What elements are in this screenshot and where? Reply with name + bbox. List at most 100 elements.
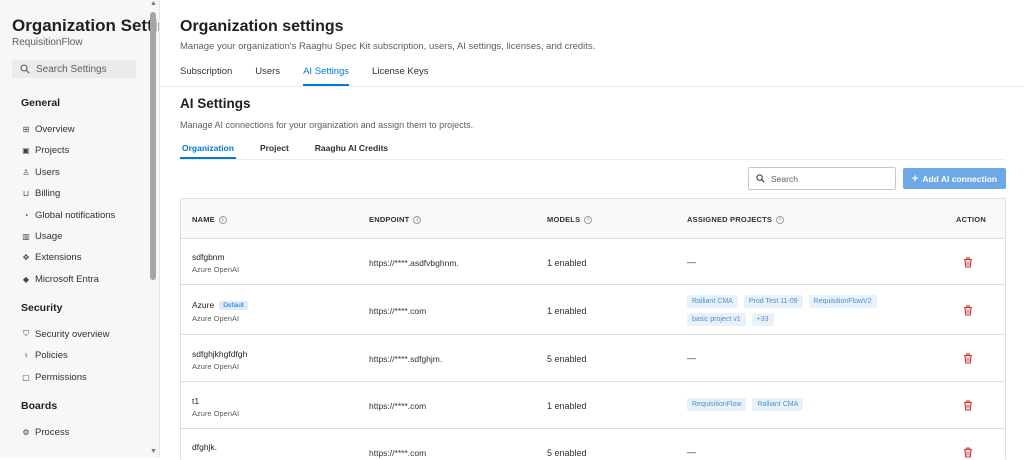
- connection-provider: Azure OpenAI: [192, 362, 240, 371]
- column-header-name[interactable]: NAME i: [192, 215, 227, 224]
- tab-ai-settings[interactable]: AI Settings: [303, 66, 349, 86]
- diamond-icon: ◆: [22, 274, 30, 284]
- project-tag[interactable]: RequisitionFlowV2: [808, 295, 877, 308]
- subtab-raaghu-ai-credits[interactable]: Raaghu AI Credits: [313, 143, 390, 159]
- connection-provider: Azure OpenAI: [192, 314, 240, 323]
- no-projects: —: [687, 447, 696, 457]
- sidebar-item-users[interactable]: ♙ Users: [21, 165, 59, 179]
- connection-endpoint: https://****.com: [369, 401, 427, 411]
- delete-icon[interactable]: [963, 257, 973, 268]
- scroll-up-icon[interactable]: ▲: [150, 0, 157, 7]
- sidebar-item-label: Process: [35, 426, 70, 438]
- puzzle-icon: ✥: [22, 252, 30, 262]
- subtab-organization[interactable]: Organization: [180, 143, 236, 159]
- sidebar: Organization Settin... RequisitionFlow S…: [0, 0, 160, 458]
- settings-search-placeholder: Search Settings: [36, 63, 107, 75]
- info-icon[interactable]: i: [584, 215, 593, 224]
- search-placeholder: Search: [771, 173, 798, 184]
- scroll-down-icon[interactable]: ▼: [150, 448, 157, 455]
- sidebar-item-label: Overview: [35, 123, 75, 135]
- nav-group-boards: Boards: [21, 400, 58, 412]
- project-tag[interactable]: basic project v1: [687, 313, 746, 326]
- table-row[interactable]: sdfgbnm Azure OpenAI https://****.asdfvb…: [181, 239, 1005, 285]
- info-icon[interactable]: i: [218, 215, 227, 224]
- cart-icon: ⊔: [22, 188, 30, 198]
- column-label: ENDPOINT: [369, 215, 410, 224]
- connection-search-input[interactable]: Search: [748, 167, 896, 190]
- connection-models: 1 enabled: [547, 258, 587, 268]
- sidebar-item-usage[interactable]: ▥ Usage: [21, 229, 62, 243]
- table-header: NAME i ENDPOINT i MODELS i ASSIGNED PROJECT…: [181, 199, 1005, 239]
- sidebar-item-global-notifications[interactable]: ◔ Global notifications: [21, 208, 116, 222]
- sidebar-item-label: Extensions: [35, 251, 82, 263]
- sidebar-scrollbar[interactable]: [150, 12, 156, 280]
- grid-icon: ⊞: [22, 124, 30, 134]
- lock-icon: ▢: [22, 372, 30, 382]
- connection-provider: Azure OpenAI: [192, 265, 240, 274]
- sidebar-item-projects[interactable]: ▣ Projects: [21, 143, 69, 157]
- sidebar-item-extensions[interactable]: ✥ Extensions: [21, 250, 82, 264]
- page-title: Organization settings: [180, 18, 344, 35]
- ai-connections-table: NAME i ENDPOINT i MODELS i ASSIGNED PROJECT…: [180, 198, 1006, 460]
- info-icon[interactable]: i: [413, 215, 422, 224]
- add-button-label: Add AI connection: [922, 173, 998, 184]
- delete-icon[interactable]: [963, 353, 973, 364]
- more-projects-tag[interactable]: +33: [751, 313, 774, 326]
- settings-search-input[interactable]: Search Settings: [12, 60, 136, 78]
- project-tag[interactable]: Ralliant CMA: [687, 295, 738, 308]
- column-header-models[interactable]: MODELS i: [547, 215, 593, 224]
- table-row[interactable]: dfghjk. https://****.com 5 enabled —: [181, 429, 1005, 460]
- subtabs-divider: [180, 159, 1006, 160]
- sidebar-item-label: Security overview: [35, 328, 110, 340]
- table-row[interactable]: t1 Azure OpenAI https://****.com 1 enabl…: [181, 382, 1005, 429]
- search-icon: [756, 174, 765, 183]
- sidebar-item-security-overview[interactable]: ⛉ Security overview: [21, 327, 109, 341]
- sidebar-item-label: Microsoft Entra: [35, 273, 99, 285]
- sidebar-item-label: Billing: [35, 187, 61, 199]
- bell-icon: ◔: [23, 210, 29, 220]
- shield-icon: ⛉: [23, 329, 29, 338]
- tabs-divider: [160, 86, 1024, 87]
- column-header-assigned-projects[interactable]: ASSIGNED PROJECTS i: [687, 215, 785, 224]
- tab-license-keys[interactable]: License Keys: [372, 66, 429, 86]
- sidebar-item-policies[interactable]: ♀ Policies: [21, 348, 68, 362]
- no-projects: —: [687, 353, 696, 363]
- sidebar-item-label: Usage: [35, 230, 63, 242]
- sidebar-item-microsoft-entra[interactable]: ◆ Microsoft Entra: [21, 272, 99, 286]
- subtab-project[interactable]: Project: [258, 143, 291, 159]
- project-tag[interactable]: Ralliant CMA: [752, 398, 804, 411]
- add-ai-connection-button[interactable]: + Add AI connection: [903, 168, 1006, 189]
- delete-icon[interactable]: [963, 447, 973, 458]
- table-row[interactable]: sdfghjkhgfdfgh Azure OpenAI https://****…: [181, 335, 1005, 382]
- delete-icon[interactable]: [963, 305, 973, 316]
- projects-icon: ▣: [22, 145, 30, 155]
- section-description: Manage AI connections for your organizat…: [180, 120, 474, 130]
- main-content: Organization settings Manage your organi…: [160, 0, 1024, 460]
- delete-icon[interactable]: [963, 400, 973, 411]
- assigned-projects: RequisitionFlow Ralliant CMA: [687, 398, 917, 416]
- lightbulb-icon: ♀: [23, 350, 29, 360]
- connection-models: 1 enabled: [547, 306, 587, 316]
- tab-users[interactable]: Users: [255, 66, 280, 86]
- table-row[interactable]: Azure Default Azure OpenAI https://****.c…: [181, 285, 1005, 335]
- column-header-action: ACTION: [956, 215, 986, 224]
- connection-name: dfghjk.: [192, 442, 218, 452]
- search-icon: [20, 64, 30, 74]
- project-tag[interactable]: Prod Test 11-09: [743, 295, 803, 308]
- connection-endpoint: https://****.com: [369, 306, 427, 316]
- sidebar-item-permissions[interactable]: ▢ Permissions: [21, 370, 87, 384]
- org-title: Organization Settin...: [12, 16, 159, 35]
- connection-endpoint: https://****.asdfvbghnm.: [369, 258, 459, 268]
- sidebar-item-process[interactable]: ⚙ Process: [21, 425, 69, 439]
- info-icon[interactable]: i: [776, 215, 785, 224]
- sidebar-item-billing[interactable]: ⊔ Billing: [21, 186, 60, 200]
- users-icon: ♙: [22, 167, 30, 177]
- sidebar-item-overview[interactable]: ⊞ Overview: [21, 122, 75, 136]
- usage-icon: ▥: [22, 231, 30, 241]
- ai-subtabs: Organization Project Raaghu AI Credits: [180, 143, 412, 159]
- connection-models: 5 enabled: [547, 354, 587, 364]
- sidebar-item-label: Global notifications: [35, 209, 116, 221]
- project-tag[interactable]: RequisitionFlow: [687, 398, 747, 411]
- column-header-endpoint[interactable]: ENDPOINT i: [369, 215, 422, 224]
- tab-subscription[interactable]: Subscription: [180, 66, 232, 86]
